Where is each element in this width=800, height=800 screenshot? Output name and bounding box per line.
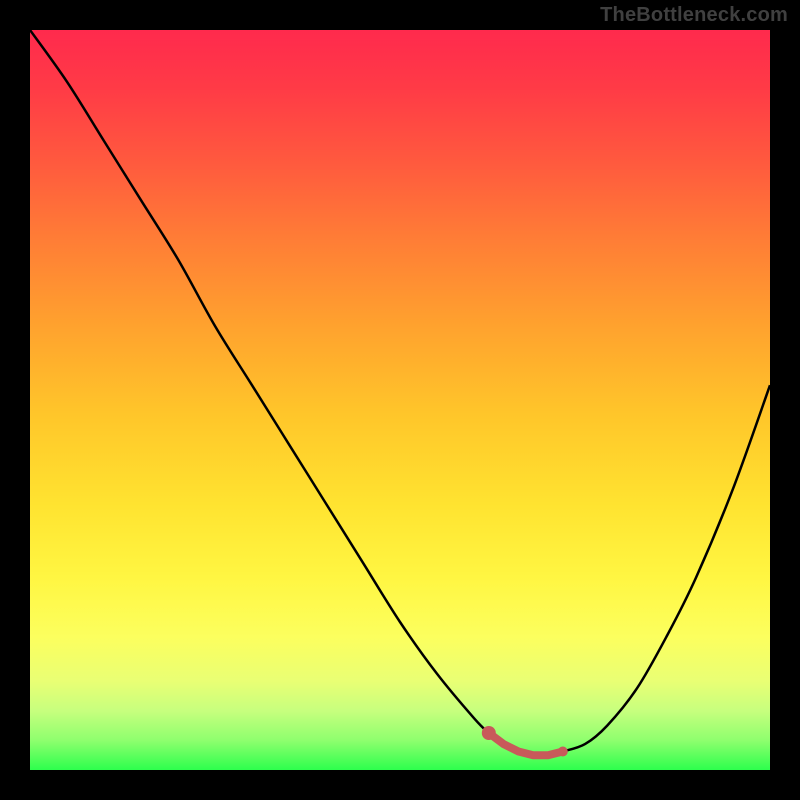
watermark-text: TheBottleneck.com: [600, 4, 788, 27]
highlight-point: [558, 747, 568, 757]
highlight-point: [482, 726, 496, 740]
plot-area: [30, 30, 770, 770]
optimal-range-markers: [482, 726, 568, 757]
chart-svg: [30, 30, 770, 770]
chart-container: TheBottleneck.com: [0, 0, 800, 800]
bottleneck-curve: [30, 30, 770, 756]
